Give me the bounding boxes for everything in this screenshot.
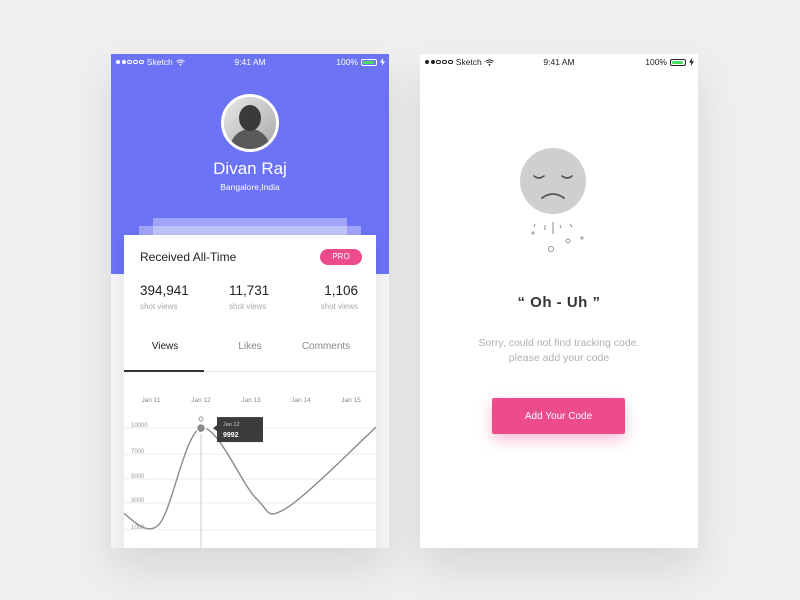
stat-label: shot views [229, 302, 267, 311]
charging-icon [380, 58, 385, 66]
y-tick-label: 10000 [131, 423, 148, 429]
card-title: Received All-Time [140, 250, 237, 264]
tooltip-arrow [213, 425, 217, 432]
x-tick-label: Jan 12 [191, 397, 211, 404]
status-bar: Sketch 9:41 AM 100% [111, 54, 389, 70]
status-bar: Sketch 9:41 AM 100% [420, 54, 698, 70]
tab-likes[interactable]: Likes [210, 341, 290, 352]
battery-percent: 100% [645, 57, 667, 67]
profile-screen: Sketch 9:41 AM 100% Divan Raj Bangalore,… [111, 54, 389, 548]
tab-bar: Views Likes Comments [124, 327, 376, 372]
profile-name: Divan Raj [213, 159, 287, 178]
stat-item: 11,731 shot views [229, 283, 309, 311]
pro-badge[interactable]: PRO [320, 249, 362, 265]
empty-state-message-line1: Sorry, could not find tracking code. [478, 337, 640, 349]
views-series-line [124, 426, 376, 530]
x-tick-label: Jan 14 [291, 397, 311, 404]
stats-card: Received All-Time PRO 394,941 shot views… [124, 235, 376, 548]
tab-comments[interactable]: Comments [286, 341, 366, 352]
y-tick-label: 7000 [131, 449, 145, 455]
x-tick-label: Jan 15 [341, 397, 361, 404]
x-tick-label: Jan 13 [241, 397, 261, 404]
tab-views[interactable]: Views [125, 341, 205, 352]
empty-state-message: Sorry, could not find tracking code. ple… [420, 336, 698, 366]
stat-label: shot views [140, 302, 178, 311]
stat-item: 1,106 shot views [316, 283, 358, 311]
battery-icon [361, 58, 377, 66]
empty-state-screen: Sketch 9:41 AM 100% “ Oh - Uh ” Sorry, c… [420, 54, 698, 548]
hover-guide-cap [198, 416, 204, 422]
empty-state-heading: “ Oh - Uh ” [517, 294, 601, 311]
active-tab-indicator [124, 370, 204, 372]
stat-item: 394,941 shot views [140, 283, 220, 311]
x-tick-label: Jan 11 [141, 397, 160, 404]
tooltip-date: Jan 12 [223, 422, 240, 428]
profile-location: Bangalore,India [220, 182, 280, 192]
views-line-chart[interactable]: 100007000500030001000Jan 11 Jan 12 Jan 13 J… [124, 373, 376, 548]
y-tick-label: 5000 [131, 474, 145, 480]
empty-state-message-line2: please add your code [508, 352, 610, 364]
stat-label: shot views [320, 302, 358, 311]
data-point-jan-12 [195, 422, 207, 434]
stat-value: 11,731 [229, 283, 270, 298]
battery-percent: 100% [336, 57, 358, 67]
battery-icon [670, 58, 686, 66]
avatar[interactable] [221, 94, 279, 152]
stat-value: 394,941 [140, 283, 189, 298]
sad-face-icon [520, 148, 586, 252]
add-your-code-button[interactable]: Add Your Code [492, 398, 625, 434]
charging-icon [689, 58, 694, 66]
tooltip-value: 9992 [223, 432, 239, 439]
stat-value: 1,106 [324, 283, 358, 298]
y-tick-label: 3000 [131, 498, 145, 504]
